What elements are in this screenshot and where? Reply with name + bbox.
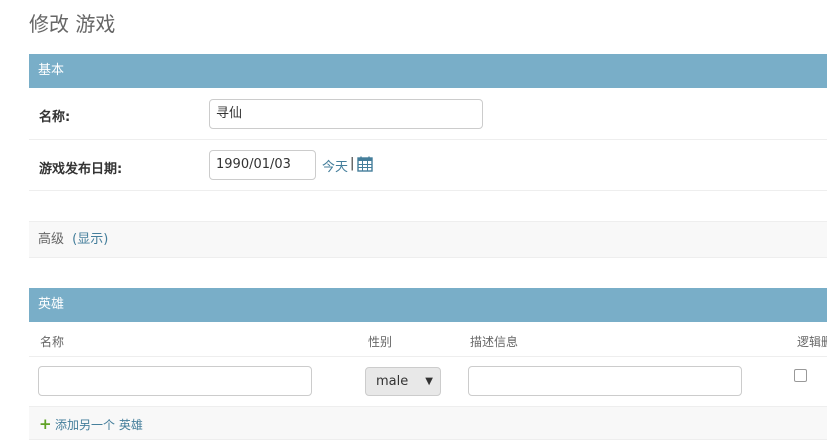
add-hero-row: + 添加另一个 英雄 (29, 406, 827, 440)
date-separator: | (350, 156, 355, 171)
divider (29, 139, 827, 140)
hero-gender-value: male (376, 374, 409, 389)
dropdown-arrow-icon: ▼ (425, 376, 433, 387)
name-input[interactable]: 寻仙 (209, 99, 483, 129)
heroes-table-header (29, 323, 827, 357)
column-description: 描述信息 (470, 335, 519, 349)
hero-gender-select[interactable]: male ▼ (365, 367, 441, 396)
divider (29, 190, 827, 191)
hero-description-input[interactable] (468, 366, 742, 396)
column-name: 名称 (40, 335, 65, 349)
release-date-label: 游戏发布日期: (39, 162, 123, 177)
release-date-input[interactable]: 1990/01/03 (209, 150, 316, 180)
show-advanced-link[interactable]: (显示) (72, 232, 108, 247)
calendar-icon[interactable] (357, 156, 373, 172)
basic-section-header: 基本 (29, 54, 827, 88)
advanced-fieldset: 高级 (显示) (29, 221, 827, 258)
hero-logic-delete-checkbox[interactable] (794, 369, 807, 382)
column-gender: 性别 (368, 335, 393, 349)
column-logic-delete: 逻辑删 (797, 335, 827, 349)
hero-name-input[interactable] (38, 366, 312, 396)
page-title: 修改 游戏 (29, 12, 116, 36)
name-label: 名称: (39, 110, 71, 125)
advanced-label: 高级 (38, 232, 65, 247)
plus-icon: + (39, 415, 52, 433)
add-hero-link[interactable]: 添加另一个 英雄 (55, 416, 143, 433)
today-link[interactable]: 今天 (322, 156, 348, 175)
heroes-section-header: 英雄 (29, 288, 827, 322)
